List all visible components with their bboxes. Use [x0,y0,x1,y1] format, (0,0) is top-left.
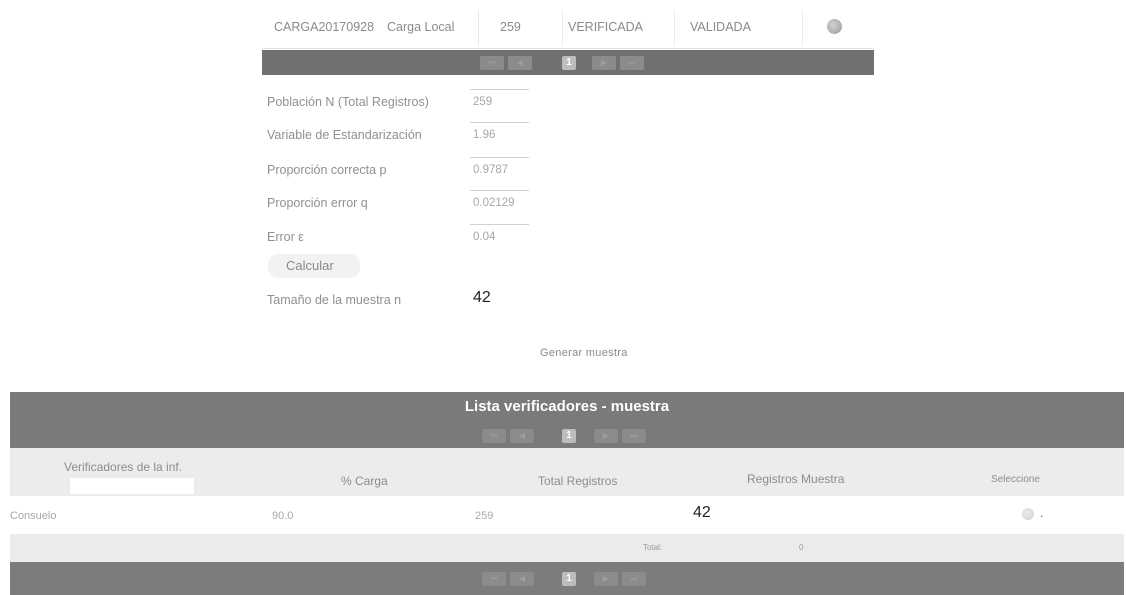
list-pager-current-page[interactable]: 1 [562,429,576,443]
total-row: Total: 0 [10,534,1124,562]
list-title: Lista verificadores - muestra [464,398,670,415]
list-pager-prev-button[interactable]: ◀ [510,429,534,443]
variable-field[interactable]: 1.96 [470,122,529,145]
bottom-pager-last-button[interactable]: ⏭ [622,571,646,586]
prop-error-label: Proporción error q [267,196,368,210]
list-pager-next-button[interactable]: ▶ [594,429,618,443]
poblacion-field[interactable]: 259 [470,89,529,112]
list-pager-last-button[interactable]: ⏭ [622,429,646,443]
bottom-pager-current-page[interactable]: 1 [562,571,576,586]
column-divider [802,10,803,46]
pager-prev-button[interactable]: ◀ [508,55,532,70]
column-divider [674,10,675,46]
pager-next-button[interactable]: ▶ [592,55,616,70]
validation-status: VALIDADA [690,20,751,34]
top-table-row: CARGA20170928 Carga Local 259 VERIFICADA… [262,6,874,49]
verification-status: VERIFICADA [568,20,644,34]
prop-correcta-label: Proporción correcta p [267,163,387,177]
top-pager: ⏮ ◀ 1 ▶ ⏭ [262,50,874,75]
header-total-registros: Total Registros [538,474,618,488]
load-type: Carga Local [387,20,455,34]
load-count: 259 [500,20,521,34]
row-select-radio-icon[interactable] [827,19,842,34]
pager-last-button[interactable]: ⏭ [620,55,644,70]
column-divider [478,10,479,46]
header-carga: % Carga [341,474,388,488]
verificadores-list-panel: Lista verificadores - muestra ⏮ ◀ 1 ▶ ⏭ … [10,392,1124,595]
cell-carga: 90.0 [272,510,294,522]
pager-current-page[interactable]: 1 [562,55,576,70]
muestra-label: Tamaño de la muestra n [267,293,402,307]
bottom-pager: ⏮ ◀ 1 ▶ ⏭ [10,562,1124,595]
select-mark: . [1040,506,1044,520]
poblacion-label: Población N (Total Registros) [267,95,429,109]
table-header-row: Verificadores de la inf. % Carga Total R… [10,448,1124,496]
cell-total: 259 [475,510,494,522]
pager-first-button[interactable]: ⏮ [480,55,504,70]
bottom-pager-next-button[interactable]: ▶ [594,571,618,586]
total-value: 0 [799,543,804,552]
muestra-value: 42 [473,289,491,306]
list-pager-first-button[interactable]: ⏮ [482,429,506,443]
header-verificadores: Verificadores de la inf. [64,460,183,474]
calcular-button[interactable]: Calcular [268,254,360,278]
cell-verificador: Consuelo [10,510,57,522]
header-seleccione: Seleccione [991,474,1040,485]
table-row: Consuelo 90.0 259 42 . [10,496,1124,562]
total-label: Total: [643,543,663,552]
variable-label: Variable de Estandarización [267,128,422,142]
list-title-bar: Lista verificadores - muestra ⏮ ◀ 1 ▶ ⏭ [10,392,1124,448]
column-divider [562,10,563,46]
header-registros-muestra: Registros Muestra [747,472,845,486]
error-label: Error ε [267,230,304,244]
load-code: CARGA20170928 [274,20,375,34]
error-field[interactable]: 0.04 [470,224,529,247]
select-radio-icon[interactable] [1022,508,1034,520]
header-filter-box[interactable] [70,478,194,494]
bottom-pager-prev-button[interactable]: ◀ [510,571,534,586]
prop-error-field[interactable]: 0.02129 [470,190,529,213]
prop-correcta-field[interactable]: 0.9787 [470,157,529,180]
cell-registros-muestra[interactable]: 42 [693,504,711,522]
generar-muestra-link[interactable]: Generar muestra [540,347,628,359]
bottom-pager-first-button[interactable]: ⏮ [482,571,506,586]
